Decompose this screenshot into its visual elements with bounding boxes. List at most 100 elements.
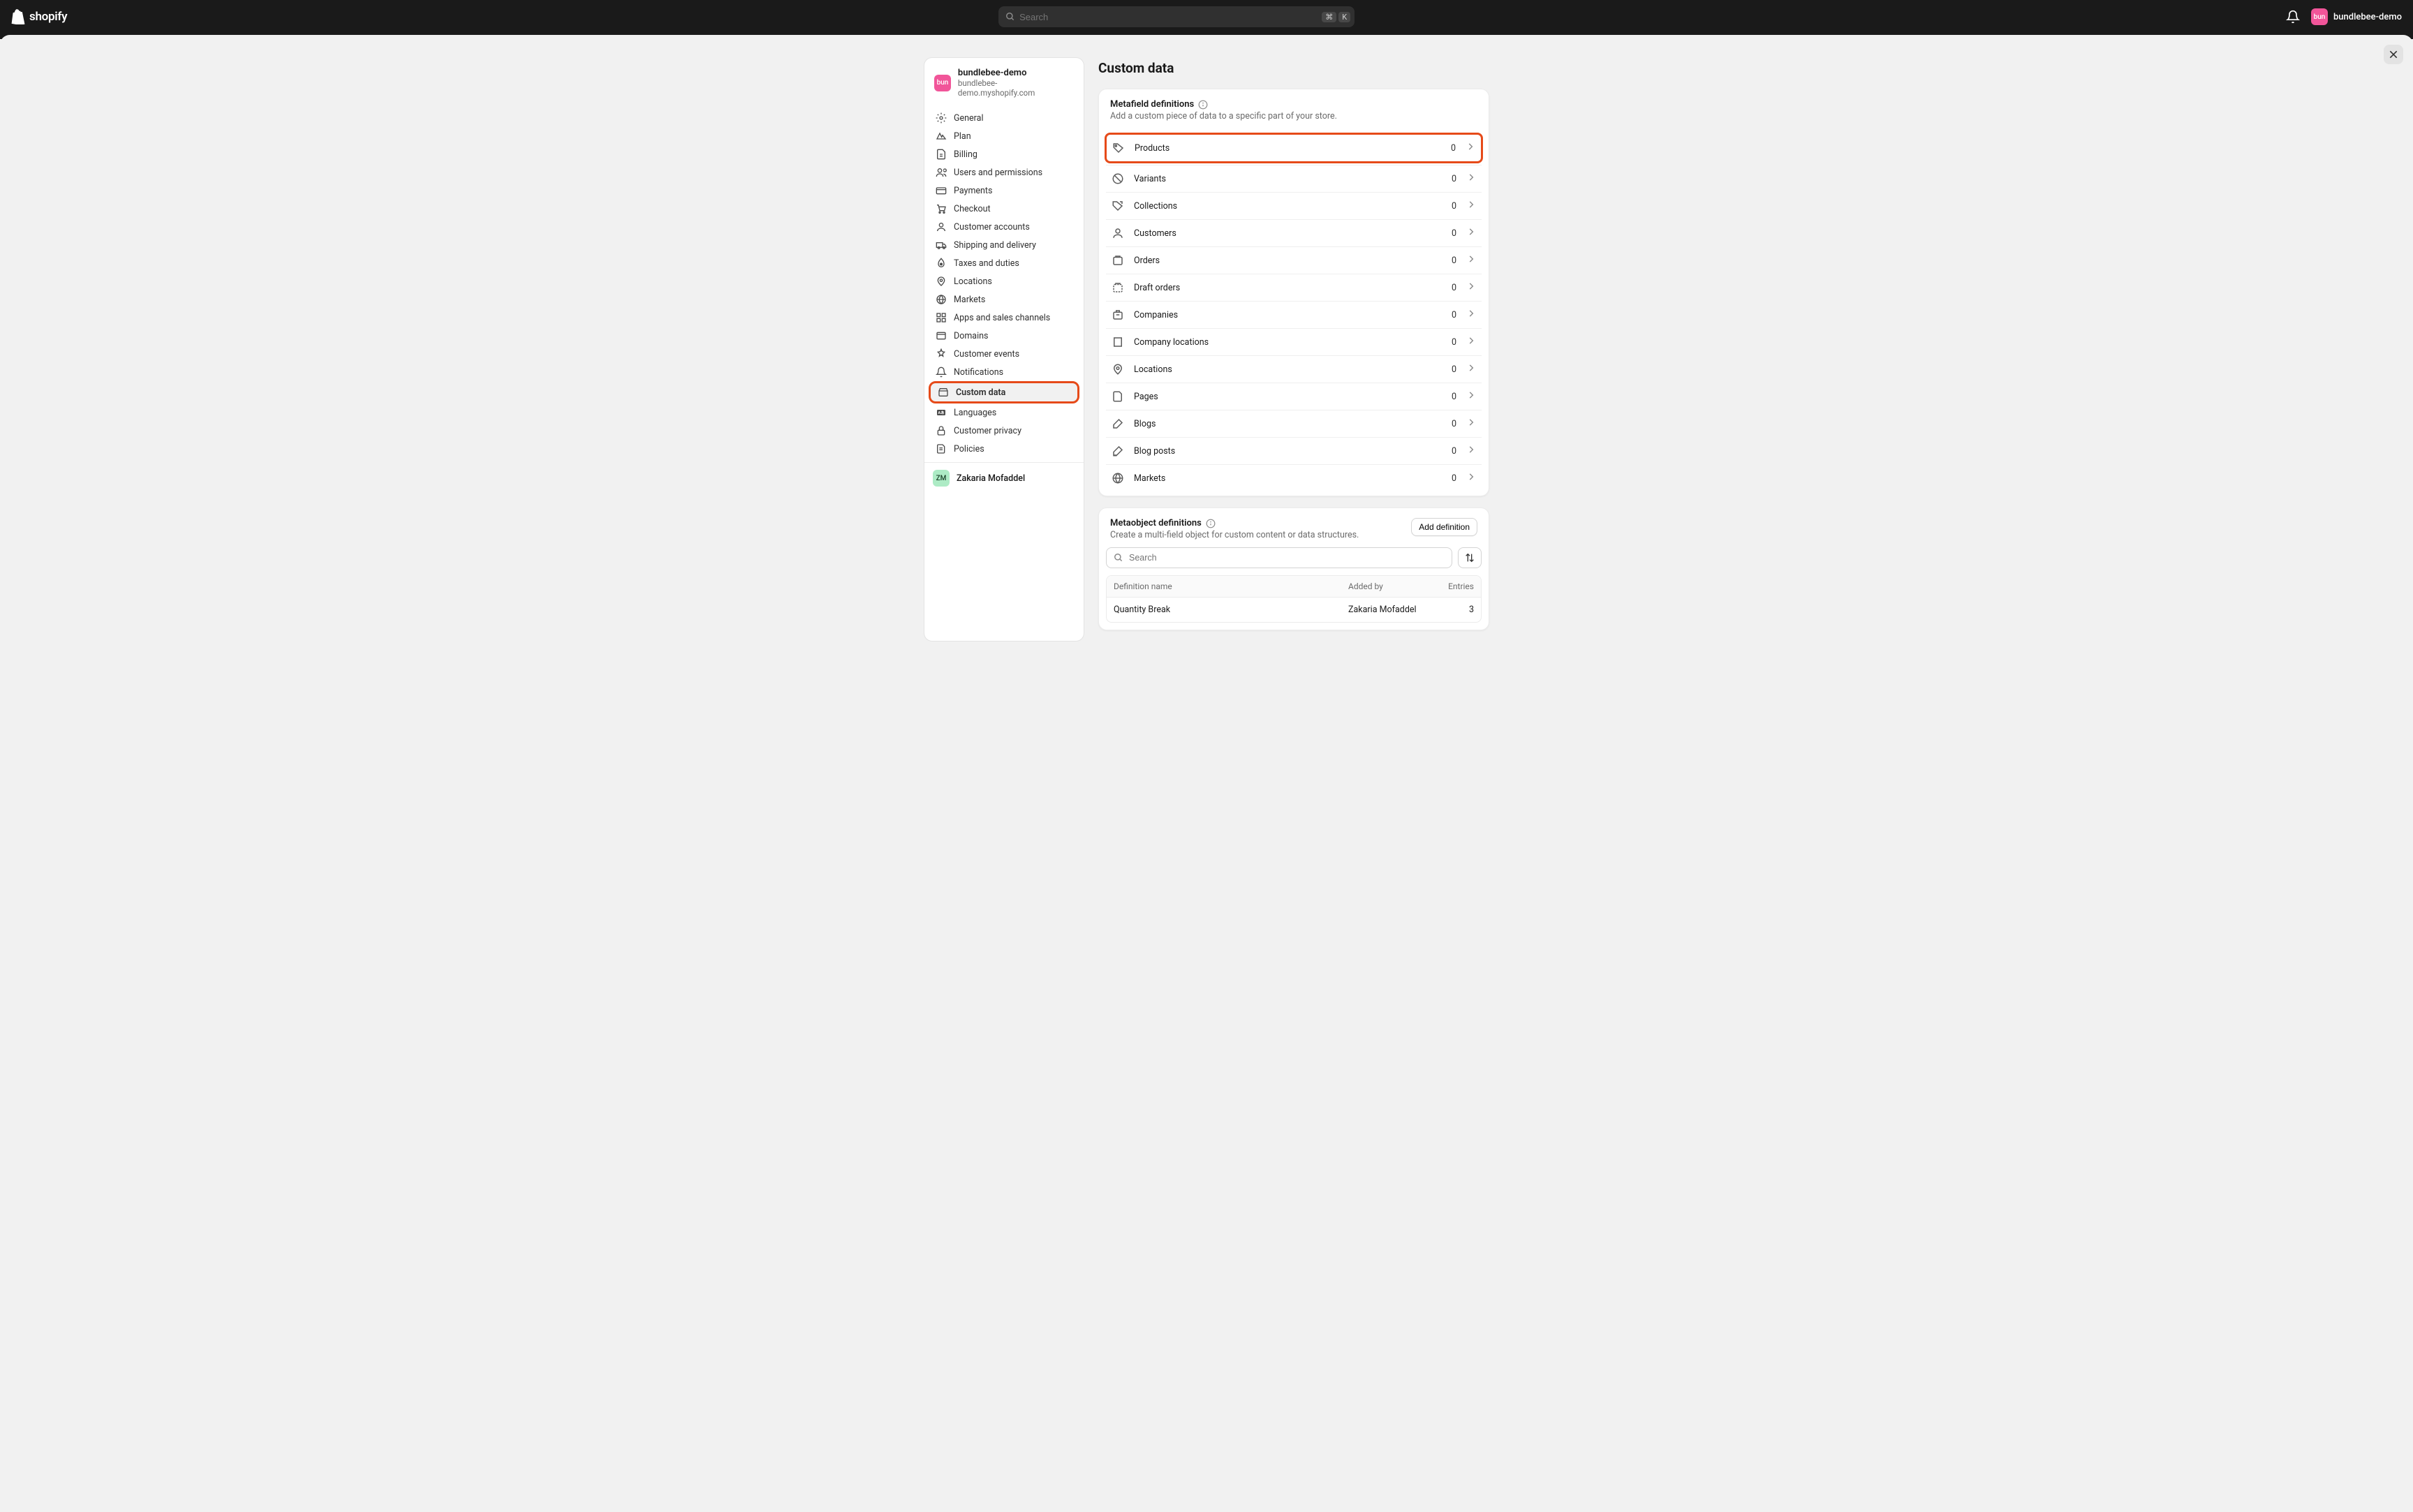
- checkout-icon: [936, 203, 947, 214]
- bell-icon[interactable]: [2286, 10, 2300, 24]
- metafield-row-blog-posts[interactable]: Blog posts 0: [1106, 437, 1482, 464]
- row-count: 0: [1452, 310, 1456, 320]
- metafield-row-blogs[interactable]: Blogs 0: [1106, 410, 1482, 437]
- sidebar-item-checkout[interactable]: Checkout: [929, 200, 1079, 218]
- row-icon: [1112, 172, 1124, 185]
- row-icon: [1112, 417, 1124, 430]
- sidebar-item-shipping[interactable]: Shipping and delivery: [929, 236, 1079, 254]
- sidebar-item-customer-accounts[interactable]: Customer accounts: [929, 218, 1079, 236]
- sidebar-item-label: Policies: [954, 444, 984, 454]
- row-label: Products: [1135, 143, 1441, 154]
- row-icon: [1112, 390, 1124, 403]
- row-count: 0: [1451, 143, 1456, 154]
- global-search[interactable]: ⌘ K: [998, 6, 1355, 27]
- metafield-row-collections[interactable]: Collections 0: [1106, 192, 1482, 219]
- metaobject-search[interactable]: [1106, 547, 1452, 568]
- sidebar-item-apps[interactable]: Apps and sales channels: [929, 309, 1079, 327]
- sidebar-item-domains[interactable]: Domains: [929, 327, 1079, 345]
- sidebar-item-taxes[interactable]: Taxes and duties: [929, 254, 1079, 272]
- metaobject-row[interactable]: Quantity Break Zakaria Mofaddel 3: [1107, 598, 1481, 622]
- sidebar-user[interactable]: ZM Zakaria Mofaddel: [924, 462, 1084, 494]
- metafield-row-company-locations[interactable]: Company locations 0: [1106, 328, 1482, 355]
- mo-added-by: Zakaria Mofaddel: [1348, 605, 1432, 615]
- metaobject-title: Metaobject definitions: [1110, 518, 1359, 528]
- row-count: 0: [1452, 283, 1456, 293]
- row-icon: [1112, 227, 1124, 239]
- metafield-row-locations[interactable]: Locations 0: [1106, 355, 1482, 383]
- custom-data-icon: [938, 387, 949, 398]
- chevron-right-icon: [1466, 281, 1476, 294]
- row-count: 0: [1452, 364, 1456, 375]
- sidebar-item-markets[interactable]: Markets: [929, 290, 1079, 309]
- sidebar-item-languages[interactable]: AあLanguages: [929, 403, 1079, 422]
- shortcut-modifier: ⌘: [1322, 12, 1336, 22]
- col-added-by: Added by: [1348, 581, 1432, 591]
- sidebar-item-policies[interactable]: Policies: [929, 440, 1079, 458]
- sidebar-item-payments[interactable]: Payments: [929, 181, 1079, 200]
- row-count: 0: [1452, 419, 1456, 429]
- add-definition-button[interactable]: Add definition: [1411, 518, 1477, 536]
- markets-icon: [936, 294, 947, 305]
- sidebar-store-header[interactable]: bun bundlebee-demo bundlebee-demo.myshop…: [924, 58, 1084, 105]
- metafield-row-customers[interactable]: Customers 0: [1106, 219, 1482, 246]
- search-input[interactable]: [1019, 12, 1320, 22]
- metaobject-search-input[interactable]: [1129, 553, 1445, 563]
- sort-icon: [1464, 552, 1475, 563]
- plan-icon: [936, 131, 947, 142]
- workspace: bun bundlebee-demo bundlebee-demo.myshop…: [0, 35, 2413, 1512]
- chevron-right-icon: [1466, 336, 1476, 348]
- sidebar-avatar: bun: [934, 75, 951, 91]
- row-label: Locations: [1134, 364, 1442, 375]
- sidebar-item-notifications[interactable]: Notifications: [929, 363, 1079, 381]
- close-button[interactable]: [2384, 45, 2403, 64]
- metafield-row-orders[interactable]: Orders 0: [1106, 246, 1482, 274]
- row-label: Blogs: [1134, 419, 1442, 429]
- sidebar-item-plan[interactable]: Plan: [929, 127, 1079, 145]
- settings-sidebar: bun bundlebee-demo bundlebee-demo.myshop…: [924, 57, 1084, 642]
- row-label: Collections: [1134, 201, 1442, 212]
- chevron-right-icon: [1466, 363, 1476, 376]
- sidebar-item-general[interactable]: General: [929, 109, 1079, 127]
- sidebar-item-label: Checkout: [954, 204, 991, 214]
- chevron-right-icon: [1466, 417, 1476, 430]
- metafield-row-companies[interactable]: Companies 0: [1106, 301, 1482, 328]
- row-label: Draft orders: [1134, 283, 1442, 293]
- page-title: Custom data: [1098, 60, 1489, 76]
- metafield-title: Metafield definitions: [1110, 99, 1477, 110]
- shopify-logo[interactable]: shopify: [11, 9, 67, 24]
- topbar: shopify ⌘ K bun bundlebee-demo: [0, 0, 2413, 34]
- metafield-row-variants[interactable]: Variants 0: [1106, 165, 1482, 192]
- row-label: Customers: [1134, 228, 1442, 239]
- sidebar-store-name: bundlebee-demo: [958, 68, 1074, 78]
- sidebar-item-label: Payments: [954, 186, 992, 196]
- general-icon: [936, 112, 947, 124]
- mo-entries: 3: [1432, 605, 1474, 615]
- metaobject-desc: Create a multi-field object for custom c…: [1110, 530, 1359, 540]
- sort-button[interactable]: [1458, 547, 1482, 568]
- sidebar-item-custom-data[interactable]: Custom data: [929, 381, 1079, 403]
- metafield-row-products[interactable]: Products 0: [1105, 133, 1483, 163]
- chevron-right-icon: [1466, 172, 1476, 185]
- metafield-row-markets[interactable]: Markets 0: [1106, 464, 1482, 491]
- sidebar-item-locations[interactable]: Locations: [929, 272, 1079, 290]
- sidebar-item-label: Customer events: [954, 349, 1019, 360]
- row-label: Orders: [1134, 255, 1442, 266]
- metafield-row-pages[interactable]: Pages 0: [1106, 383, 1482, 410]
- store-switcher[interactable]: bun bundlebee-demo: [2311, 8, 2402, 25]
- row-count: 0: [1452, 473, 1456, 484]
- sidebar-item-customer-privacy[interactable]: Customer privacy: [929, 422, 1079, 440]
- languages-icon: Aあ: [936, 407, 947, 418]
- user-avatar: ZM: [933, 470, 950, 487]
- sidebar-item-users[interactable]: Users and permissions: [929, 163, 1079, 181]
- sidebar-item-label: Taxes and duties: [954, 258, 1019, 269]
- sidebar-item-customer-events[interactable]: Customer events: [929, 345, 1079, 363]
- store-avatar: bun: [2311, 8, 2328, 25]
- row-label: Variants: [1134, 174, 1442, 184]
- info-icon[interactable]: [1206, 519, 1216, 528]
- sidebar-item-billing[interactable]: Billing: [929, 145, 1079, 163]
- chevron-right-icon: [1466, 445, 1476, 457]
- sidebar-item-label: Notifications: [954, 367, 1003, 378]
- info-icon[interactable]: [1198, 100, 1208, 110]
- chevron-right-icon: [1466, 254, 1476, 267]
- metafield-row-draft-orders[interactable]: Draft orders 0: [1106, 274, 1482, 301]
